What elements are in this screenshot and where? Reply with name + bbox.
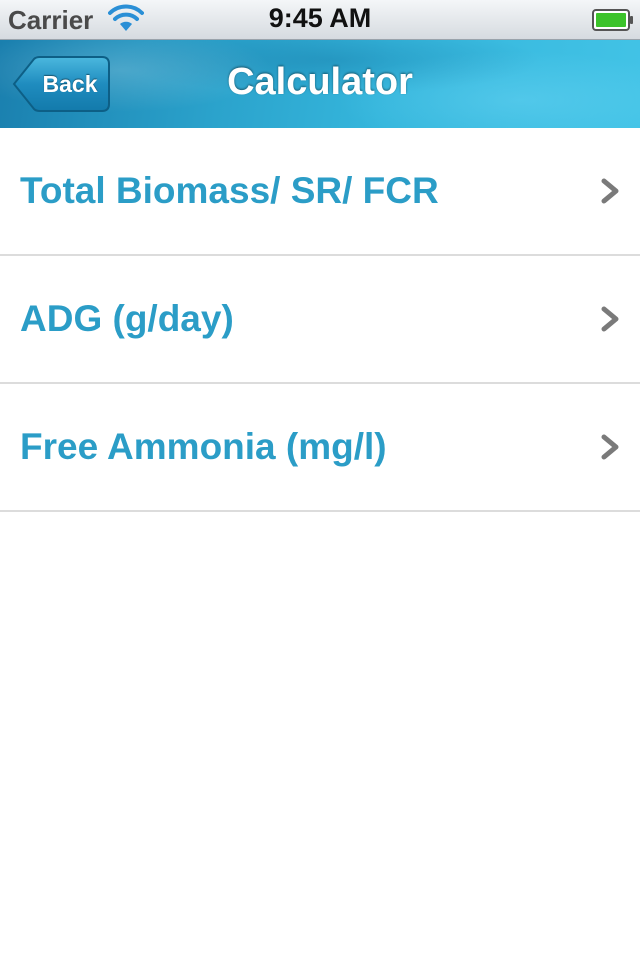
calculator-list: Total Biomass/ SR/ FCR ADG (g/day) Free … [0, 128, 640, 512]
status-bar: Carrier 9:45 AM [0, 0, 640, 40]
list-item-total-biomass[interactable]: Total Biomass/ SR/ FCR [0, 128, 640, 256]
list-item-adg[interactable]: ADG (g/day) [0, 256, 640, 384]
chevron-right-icon [601, 306, 619, 332]
chevron-right-icon [601, 434, 619, 460]
list-item-label: Total Biomass/ SR/ FCR [20, 170, 439, 211]
status-time: 9:45 AM [268, 3, 372, 33]
list-item-label: Free Ammonia (mg/l) [20, 426, 387, 467]
chevron-right-icon [601, 178, 619, 204]
list-item-label: ADG (g/day) [20, 298, 234, 339]
navigation-bar: Back Calculator [0, 40, 640, 128]
back-button[interactable]: Back [12, 56, 110, 112]
list-item-free-ammonia[interactable]: Free Ammonia (mg/l) [0, 384, 640, 512]
page-title: Calculator [227, 61, 413, 103]
battery-icon [592, 9, 633, 31]
back-button-label: Back [42, 71, 98, 97]
